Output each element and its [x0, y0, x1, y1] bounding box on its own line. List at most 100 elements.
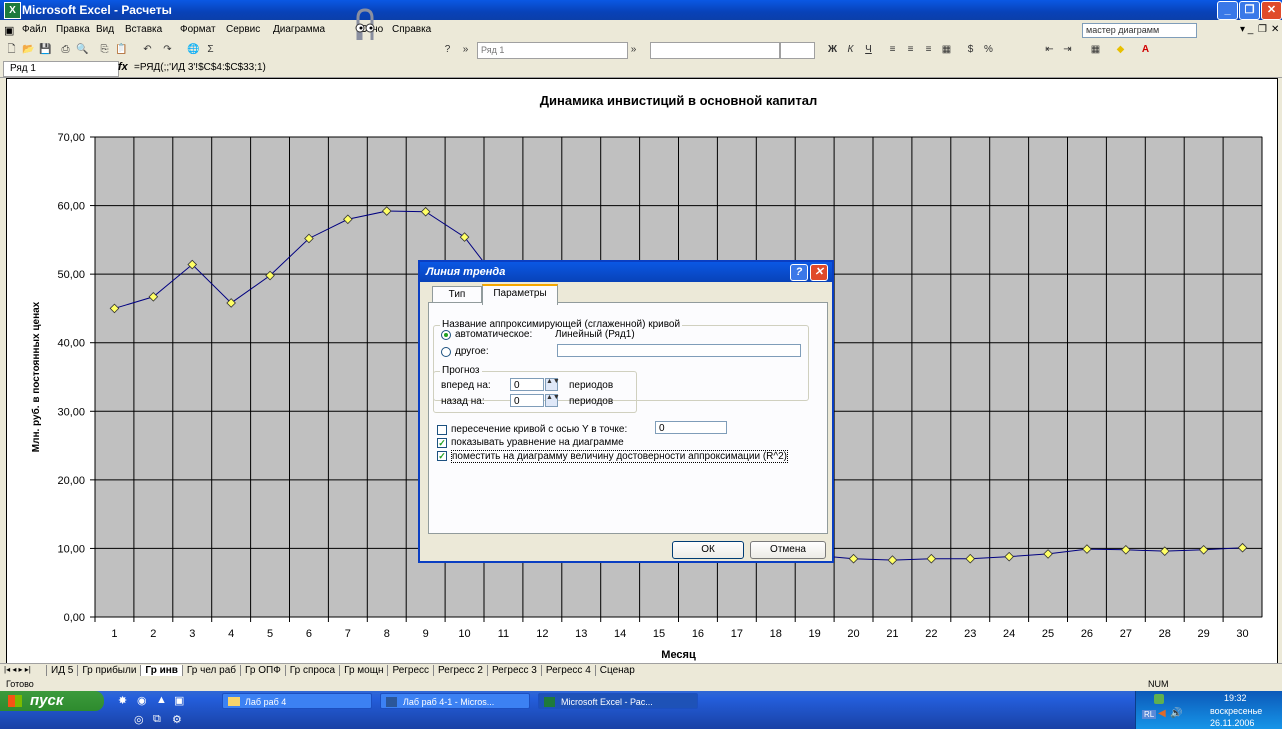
- menu-edit[interactable]: Правка: [56, 24, 90, 35]
- menu-file[interactable]: Файл: [22, 24, 47, 35]
- name-box[interactable]: Ряд 1: [3, 61, 119, 77]
- show-r2-checkbox[interactable]: ✓: [437, 451, 447, 461]
- italic-icon[interactable]: К: [843, 43, 858, 57]
- font-name-combo[interactable]: [650, 42, 780, 59]
- percent-icon[interactable]: %: [981, 43, 996, 57]
- autosum-icon[interactable]: Σ: [203, 43, 218, 57]
- tray-app-icon[interactable]: [1154, 694, 1164, 704]
- menu-tools[interactable]: Сервис: [226, 24, 260, 35]
- backward-input[interactable]: 0: [510, 394, 544, 407]
- taskbar-item-folder[interactable]: Лаб раб 4: [222, 693, 372, 709]
- cancel-button[interactable]: Отмена: [750, 541, 826, 559]
- taskbar-item-word[interactable]: Лаб раб 4-1 - Micros...: [380, 693, 530, 709]
- dialog-help-button[interactable]: ?: [790, 264, 808, 281]
- forward-input[interactable]: 0: [510, 378, 544, 391]
- new-icon[interactable]: 🗋: [4, 43, 19, 57]
- toolbar-options-icon[interactable]: »: [458, 43, 473, 57]
- tab-nav-buttons[interactable]: |◂ ◂ ▸ ▸|: [4, 665, 31, 674]
- formula-input[interactable]: =РЯД(;;'ИД 3'!$C$4:$C$33;1): [134, 62, 266, 73]
- tab-type[interactable]: Тип: [432, 286, 482, 303]
- forward-spinner[interactable]: ▲▼: [545, 378, 560, 391]
- doc-restore-button[interactable]: ❐: [1258, 24, 1267, 35]
- doc-minimize-button[interactable]: ▾ _: [1240, 24, 1253, 35]
- increase-indent-icon[interactable]: ⇥: [1060, 43, 1075, 57]
- start-button[interactable]: пуск: [0, 691, 104, 711]
- sheet-tab[interactable]: Гр инв: [140, 665, 182, 676]
- clock-time[interactable]: 19:32: [1224, 693, 1247, 703]
- quicklaunch-icon-2[interactable]: ▲: [156, 694, 167, 706]
- maximize-button[interactable]: ❐: [1239, 1, 1260, 20]
- redo-icon[interactable]: ↷: [160, 43, 175, 57]
- sheet-tab[interactable]: Сценар: [594, 665, 639, 676]
- custom-name-radio[interactable]: [441, 347, 451, 357]
- borders-icon[interactable]: ▦: [1088, 43, 1103, 57]
- quicklaunch-icon-3[interactable]: ⚙: [172, 713, 182, 726]
- dialog-close-button[interactable]: ✕: [810, 264, 828, 281]
- media-icon[interactable]: ◎: [134, 713, 144, 726]
- tab-parameters[interactable]: Параметры: [482, 284, 558, 305]
- font-color-icon[interactable]: A: [1138, 43, 1153, 57]
- minimize-button[interactable]: _: [1217, 1, 1238, 20]
- sheet-tab[interactable]: Гр прибыли: [77, 665, 141, 676]
- dialog-title-bar[interactable]: Линия тренда ? ✕: [420, 262, 832, 282]
- volume-icon[interactable]: 🔊: [1170, 708, 1182, 719]
- browser-icon[interactable]: ◉: [137, 694, 147, 707]
- decrease-indent-icon[interactable]: ⇤: [1042, 43, 1057, 57]
- quicklaunch-icon[interactable]: ✸: [118, 694, 127, 707]
- align-center-icon[interactable]: ≡: [903, 43, 918, 57]
- trendline-dialog[interactable]: Линия тренда ? ✕ Тип Параметры Название …: [418, 260, 834, 563]
- intercept-label[interactable]: пересечение кривой с осью Y в точке:: [451, 424, 627, 435]
- align-right-icon[interactable]: ≡: [921, 43, 936, 57]
- paste-icon[interactable]: 📋: [114, 43, 129, 57]
- sheet-tab[interactable]: Гр чел раб: [181, 665, 241, 676]
- document-icon[interactable]: ▣: [4, 24, 14, 37]
- intercept-input[interactable]: 0: [655, 421, 727, 434]
- custom-name-label[interactable]: другое:: [455, 346, 489, 357]
- font-size-combo[interactable]: [780, 42, 815, 59]
- sheet-tab[interactable]: Гр спроса: [284, 665, 340, 676]
- auto-name-label[interactable]: автоматическое:: [455, 329, 532, 340]
- save-quicklaunch-icon[interactable]: ▣: [174, 694, 184, 707]
- chart-object-combo[interactable]: Ряд 1: [477, 42, 628, 59]
- sheet-tab[interactable]: Регресс 2: [433, 665, 487, 676]
- language-indicator[interactable]: RL: [1142, 710, 1157, 719]
- doc-close-button[interactable]: ✕: [1271, 24, 1279, 35]
- close-button[interactable]: ✕: [1261, 1, 1282, 20]
- sheet-tab[interactable]: Гр ОПФ: [240, 665, 285, 676]
- excel-icon[interactable]: X: [4, 2, 21, 19]
- sheet-tab[interactable]: Регресс 4: [540, 665, 595, 676]
- ok-button[interactable]: ОК: [672, 541, 744, 559]
- help-icon[interactable]: ?: [440, 43, 455, 57]
- menu-view[interactable]: Вид: [96, 24, 114, 35]
- preview-icon[interactable]: 🔍: [75, 43, 90, 57]
- function-icon[interactable]: fx: [118, 61, 128, 73]
- hyperlink-icon[interactable]: 🌐: [186, 43, 201, 57]
- bold-icon[interactable]: Ж: [825, 43, 840, 57]
- menu-chart[interactable]: Диаграмма: [273, 24, 325, 35]
- show-equation-label[interactable]: показывать уравнение на диаграмме: [451, 437, 624, 448]
- open-icon[interactable]: 📂: [21, 43, 36, 57]
- merge-icon[interactable]: ▦: [939, 43, 954, 57]
- underline-icon[interactable]: Ч: [861, 43, 876, 57]
- sheet-tab[interactable]: Гр мощн: [339, 665, 388, 676]
- copy-icon[interactable]: ⎘: [97, 43, 112, 57]
- save-icon[interactable]: 💾: [38, 43, 53, 57]
- menu-help[interactable]: Справка: [392, 24, 431, 35]
- print-icon[interactable]: ⎙: [58, 43, 73, 57]
- sheet-tab[interactable]: Регресс: [387, 665, 434, 676]
- currency-icon[interactable]: $: [963, 43, 978, 57]
- sheet-tab[interactable]: Регресс 3: [486, 665, 541, 676]
- network-icon[interactable]: ⧉: [153, 713, 161, 726]
- show-r2-label[interactable]: поместить на диаграмму величину достовер…: [451, 450, 788, 463]
- format-selection-icon[interactable]: »: [626, 43, 641, 57]
- show-equation-checkbox[interactable]: ✓: [437, 438, 447, 448]
- menu-insert[interactable]: Вставка: [125, 24, 162, 35]
- tray-arrow-icon[interactable]: ◀: [1158, 708, 1166, 719]
- align-left-icon[interactable]: ≡: [885, 43, 900, 57]
- help-search-input[interactable]: мастер диаграмм: [1082, 23, 1197, 38]
- backward-spinner[interactable]: ▲▼: [545, 394, 560, 407]
- custom-name-input[interactable]: [557, 344, 801, 357]
- menu-format[interactable]: Формат: [180, 24, 216, 35]
- sheet-tab[interactable]: ИД 5: [46, 665, 78, 676]
- undo-icon[interactable]: ↶: [140, 43, 155, 57]
